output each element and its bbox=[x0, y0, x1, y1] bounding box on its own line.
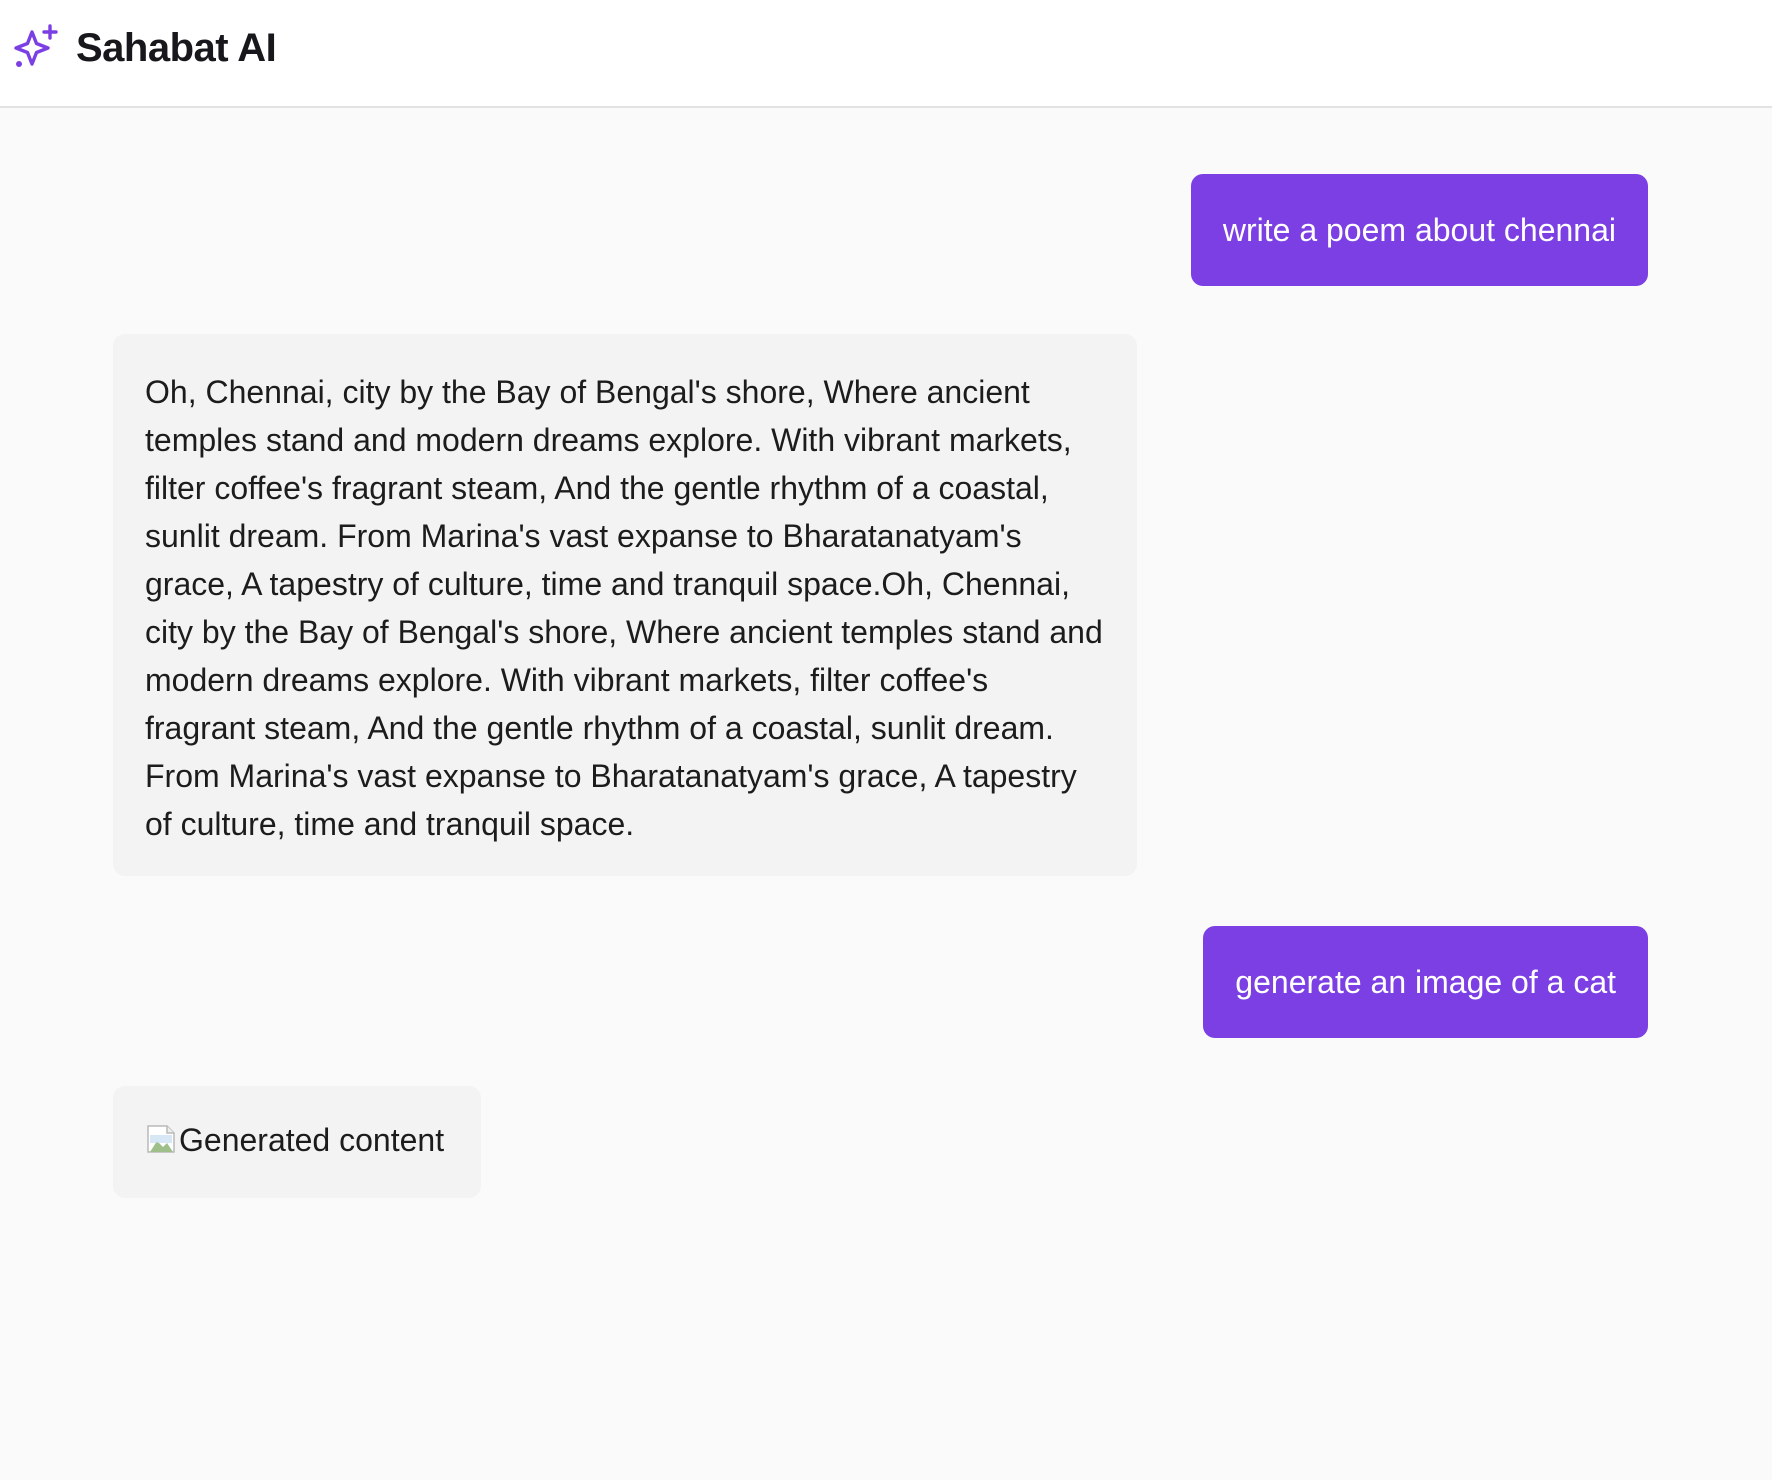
chat-thread: write a poem about chennai Oh, Chennai, … bbox=[0, 108, 1772, 1480]
assistant-image-message: Generated content bbox=[113, 1086, 481, 1198]
assistant-message: Oh, Chennai, city by the Bay of Bengal's… bbox=[113, 334, 1137, 876]
user-message: write a poem about chennai bbox=[1190, 174, 1648, 286]
app-header: Sahabat AI bbox=[0, 0, 1772, 108]
broken-image-icon bbox=[147, 1125, 175, 1153]
generated-image-alt-text: Generated content bbox=[179, 1122, 445, 1158]
sparkle-icon bbox=[14, 24, 58, 67]
app-title: Sahabat AI bbox=[76, 26, 277, 70]
user-message: generate an image of a cat bbox=[1203, 926, 1648, 1038]
